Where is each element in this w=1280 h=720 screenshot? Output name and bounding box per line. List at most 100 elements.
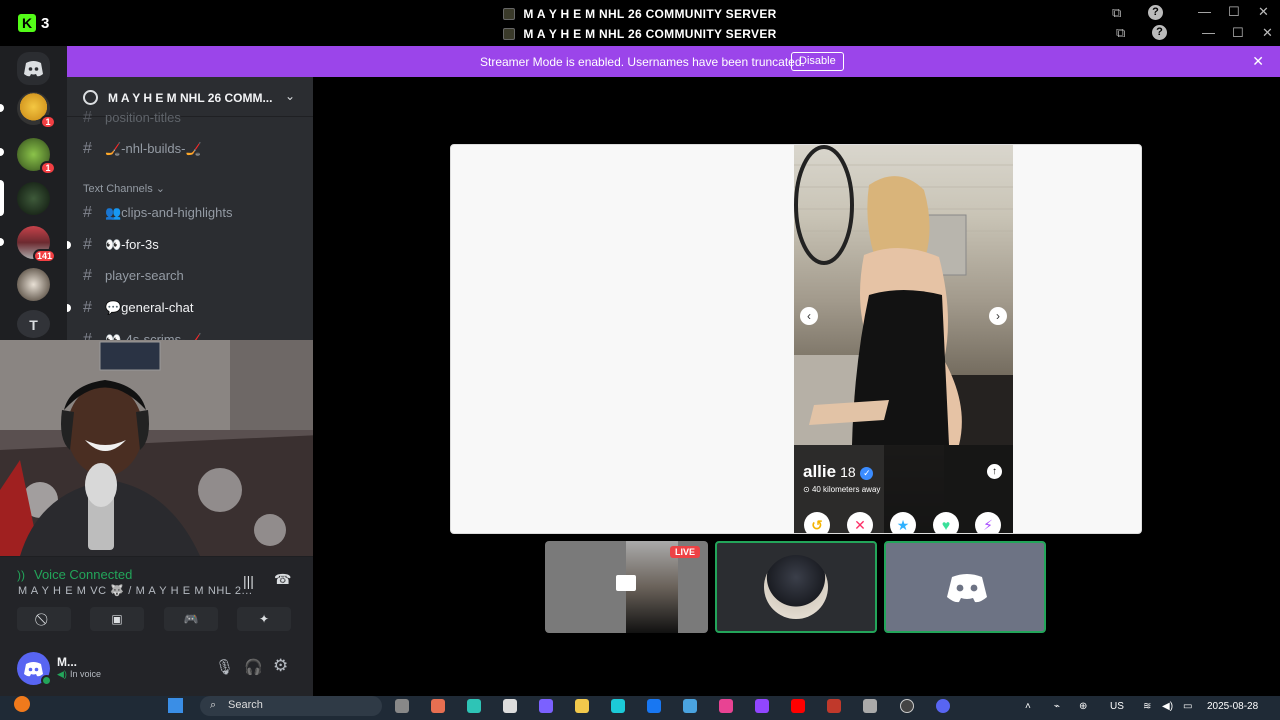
server-icon [503, 8, 516, 20]
camera-toggle-button[interactable]: ⃠ [17, 607, 71, 631]
app-icon[interactable] [431, 699, 445, 713]
server-icon[interactable] [17, 268, 50, 301]
maximize-button[interactable]: ☐ [1228, 4, 1240, 20]
close-icon[interactable]: ✕ [1252, 53, 1264, 70]
hash-icon: # [83, 140, 92, 157]
app-icon[interactable] [539, 699, 553, 713]
signal-icon[interactable]: )) [17, 568, 25, 582]
channel-item[interactable]: # 💬general-chat [83, 295, 309, 321]
app-icon[interactable] [863, 699, 877, 713]
close-window-button[interactable]: ✕ [1262, 25, 1273, 41]
super-like-button[interactable]: ★ [890, 512, 916, 533]
participant-tile-stream[interactable]: LIVE [545, 541, 708, 633]
voice-status[interactable]: Voice Connected [34, 567, 132, 582]
minimize-button[interactable]: — [1202, 25, 1215, 40]
windows-start-icon[interactable] [168, 698, 183, 713]
store-icon[interactable] [503, 699, 517, 713]
cast-icon[interactable]: ⧉ [1116, 25, 1125, 41]
obs-icon[interactable] [900, 699, 914, 713]
channel-sidebar: M A Y H E M NHL 26 COMM... ⌄ # position-t… [67, 77, 313, 340]
language-indicator[interactable]: US [1110, 701, 1124, 712]
title-bar: K 3 M A Y H E M NHL 26 COMMUNITY SERVER … [0, 0, 1280, 46]
youtube-icon[interactable] [791, 699, 805, 713]
screen-share-icon [616, 575, 636, 591]
channel-item[interactable]: # 🏒-nhl-builds-🏒 [83, 136, 309, 162]
windows-taskbar: ⌕ Search ˄ ⌁ ⊕ US ≋ ◀) ▭ 2025-08-28 [0, 696, 1280, 720]
taskbar-date[interactable]: 2025-08-28 [1207, 701, 1258, 712]
gamepad-icon: 🎮 [183, 612, 199, 626]
webcam-overlay [0, 340, 320, 556]
screen-share-view[interactable]: ‹ › allie 18 ✓ ⊙ 40 kilometers away ↑ ↺ ✕… [450, 144, 1142, 534]
channel-item[interactable]: # player-search [83, 263, 309, 289]
task-view-icon[interactable] [395, 699, 409, 713]
edge-icon[interactable] [467, 699, 481, 713]
info-up-icon[interactable]: ↑ [987, 464, 1002, 479]
server-icon[interactable]: 141 [17, 226, 56, 263]
window-title-primary: M A Y H E M NHL 26 COMMUNITY SERVER [0, 7, 1280, 21]
unread-indicator [0, 148, 4, 156]
boost-button[interactable]: ⚡ [975, 512, 1001, 533]
minimize-button[interactable]: — [1198, 4, 1211, 19]
channel-item[interactable]: # position-titles [83, 105, 309, 131]
activities-button[interactable]: 🎮 [164, 607, 218, 631]
app-icon[interactable] [683, 699, 697, 713]
server-icon[interactable]: 1 [17, 92, 56, 129]
channel-item[interactable]: # 👀-4s-scrims-🏒 [83, 327, 309, 340]
dating-profile-card[interactable]: ‹ › allie 18 ✓ ⊙ 40 kilometers away ↑ ↺ ✕… [794, 145, 1013, 533]
gear-icon[interactable]: ⚙ [273, 656, 288, 676]
chevron-down-icon: ⌄ [155, 183, 165, 195]
server-icon[interactable]: T [17, 310, 50, 338]
hash-icon: # [83, 109, 92, 126]
channel-item[interactable]: # 👥clips-and-highlights [83, 200, 309, 226]
category-text-channels[interactable]: Text Channels ⌄ [83, 182, 165, 195]
channel-item[interactable]: # 👀-for-3s [83, 232, 309, 258]
live-badge: LIVE [669, 546, 700, 558]
app-icon[interactable] [827, 699, 841, 713]
help-icon[interactable]: ? [1152, 25, 1167, 40]
hash-icon: # [83, 204, 92, 221]
share-screen-button[interactable]: ▣ [90, 607, 144, 631]
twitch-icon[interactable] [755, 699, 769, 713]
chevron-up-icon[interactable]: ˄ [1025, 701, 1031, 712]
location-icon[interactable]: ⊕ [1079, 701, 1087, 712]
soundboard-button[interactable]: ✦ [237, 607, 291, 631]
participant-tile-user[interactable] [884, 541, 1046, 633]
volume-icon[interactable]: ◀) [1162, 701, 1173, 712]
battery-icon[interactable]: ▭ [1183, 701, 1192, 712]
taskbar-search-input[interactable]: ⌕ Search [200, 696, 382, 716]
wifi-icon[interactable]: ≋ [1143, 701, 1151, 712]
profile-distance: ⊙ 40 kilometers away [803, 485, 881, 494]
notification-badge: 1 [40, 115, 56, 129]
noise-suppression-icon[interactable]: ||| [243, 573, 254, 589]
file-explorer-icon[interactable] [575, 699, 589, 713]
weather-icon[interactable] [14, 696, 30, 712]
close-window-button[interactable]: ✕ [1258, 4, 1269, 20]
cast-icon[interactable]: ⧉ [1112, 5, 1121, 21]
like-button[interactable]: ♥ [933, 512, 959, 533]
disable-streamer-mode-button[interactable]: Disable [791, 52, 844, 71]
voice-channel-name[interactable]: M A Y H E M VC 🐺 / M A Y H E M NHL 2... [18, 584, 253, 597]
maximize-button[interactable]: ☐ [1232, 25, 1244, 41]
chevron-left-icon[interactable]: ‹ [800, 307, 818, 325]
notification-badge: 141 [32, 249, 56, 263]
chevron-right-icon[interactable]: › [989, 307, 1007, 325]
rewind-button[interactable]: ↺ [804, 512, 830, 533]
verified-icon: ✓ [860, 467, 874, 480]
network-icon[interactable]: ⌁ [1054, 701, 1060, 712]
app-icon[interactable] [719, 699, 733, 713]
hash-icon: # [83, 267, 92, 284]
disconnect-icon[interactable]: ☎ [274, 571, 291, 588]
help-icon[interactable]: ? [1148, 5, 1163, 20]
headphones-icon[interactable]: 🎧 [244, 658, 263, 676]
discord-home-icon[interactable] [17, 52, 50, 85]
server-icon[interactable]: 1 [17, 138, 56, 175]
app-icon[interactable] [611, 699, 625, 713]
microphone-icon[interactable]: 🎙 [215, 658, 234, 676]
mayhem-server-icon[interactable] [17, 182, 50, 215]
soundboard-icon: ✦ [258, 612, 270, 626]
participant-tile-user[interactable] [715, 541, 877, 633]
discord-taskbar-icon[interactable] [936, 699, 950, 713]
nope-button[interactable]: ✕ [847, 512, 873, 533]
facebook-icon[interactable] [647, 699, 661, 713]
location-pin-icon: ⊙ [803, 485, 810, 494]
